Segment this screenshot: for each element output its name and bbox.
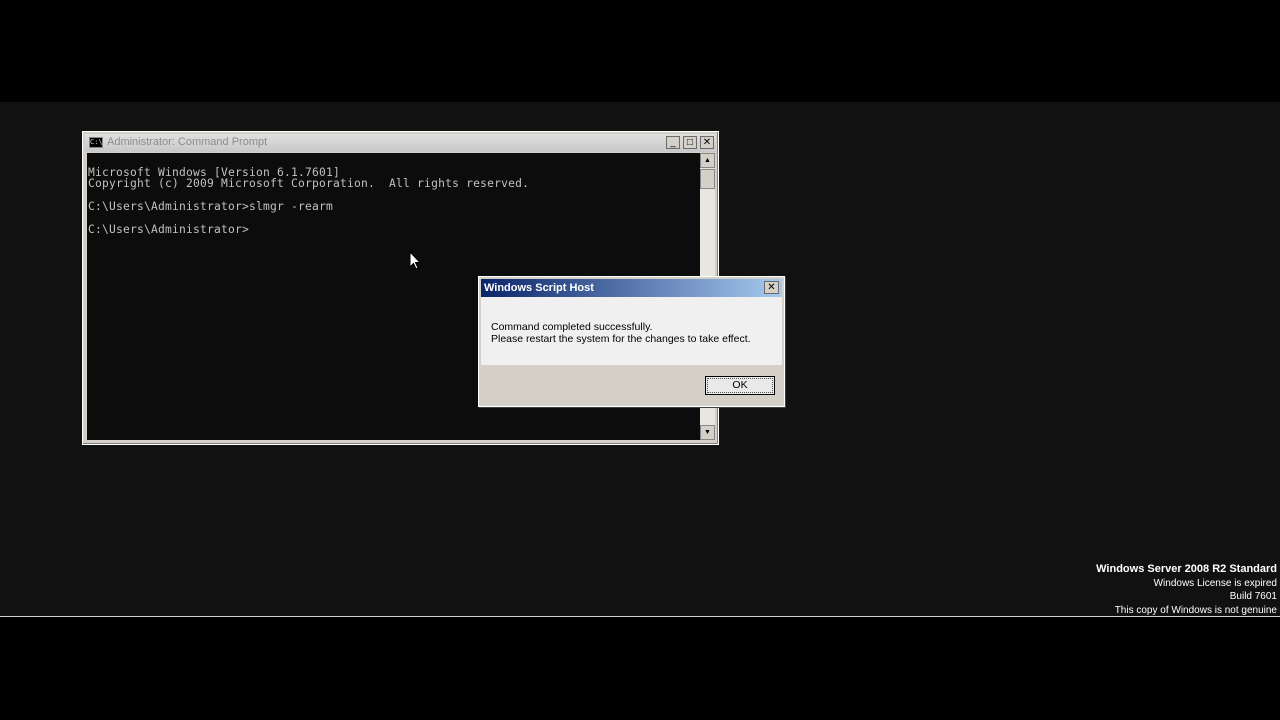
genuine-notice: This copy of Windows is not genuine [1114,604,1277,616]
mouse-cursor-icon [409,251,422,270]
license-status: Windows License is expired [1153,577,1277,589]
scrollbar-thumb[interactable] [700,169,715,189]
console-line: Copyright (c) 2009 Microsoft Corporation… [88,177,530,190]
scroll-up-icon[interactable]: ▲ [700,153,715,168]
console-text: Microsoft Windows [Version 6.1.7601] Copy… [88,155,529,236]
ok-button-label: OK [707,378,773,393]
command-prompt-titlebar[interactable]: C:\ Administrator: Command Prompt _ □ ✕ [85,134,716,152]
dialog-title: Windows Script Host [484,282,594,294]
dialog-message-line: Please restart the system for the change… [491,333,751,345]
dialog-titlebar[interactable]: Windows Script Host ✕ [481,279,782,297]
dialog-message-area: Command completed successfully. Please r… [481,297,782,365]
build-number: Build 7601 [1229,591,1277,603]
scroll-down-icon[interactable]: ▼ [700,425,715,440]
console-line: C:\Users\Administrator>slmgr -rearm [88,200,334,213]
console-icon: C:\ [89,137,103,148]
command-prompt-title: Administrator: Command Prompt [107,136,268,148]
console-prompt: C:\Users\Administrator> [88,223,250,236]
message-dialog[interactable]: Windows Script Host ✕ Command completed … [478,276,785,407]
close-button[interactable]: ✕ [700,136,714,149]
dialog-close-button[interactable]: ✕ [764,281,779,294]
maximize-button[interactable]: □ [683,136,697,149]
dialog-message-line: Command completed successfully. [491,321,653,333]
windows-edition: Windows Server 2008 R2 Standard [1096,563,1277,575]
minimize-button[interactable]: _ [666,136,680,149]
ok-button[interactable]: OK [705,376,775,395]
divider [0,616,1280,617]
windows-watermark: Windows Server 2008 R2 Standard Windows … [1096,563,1277,617]
